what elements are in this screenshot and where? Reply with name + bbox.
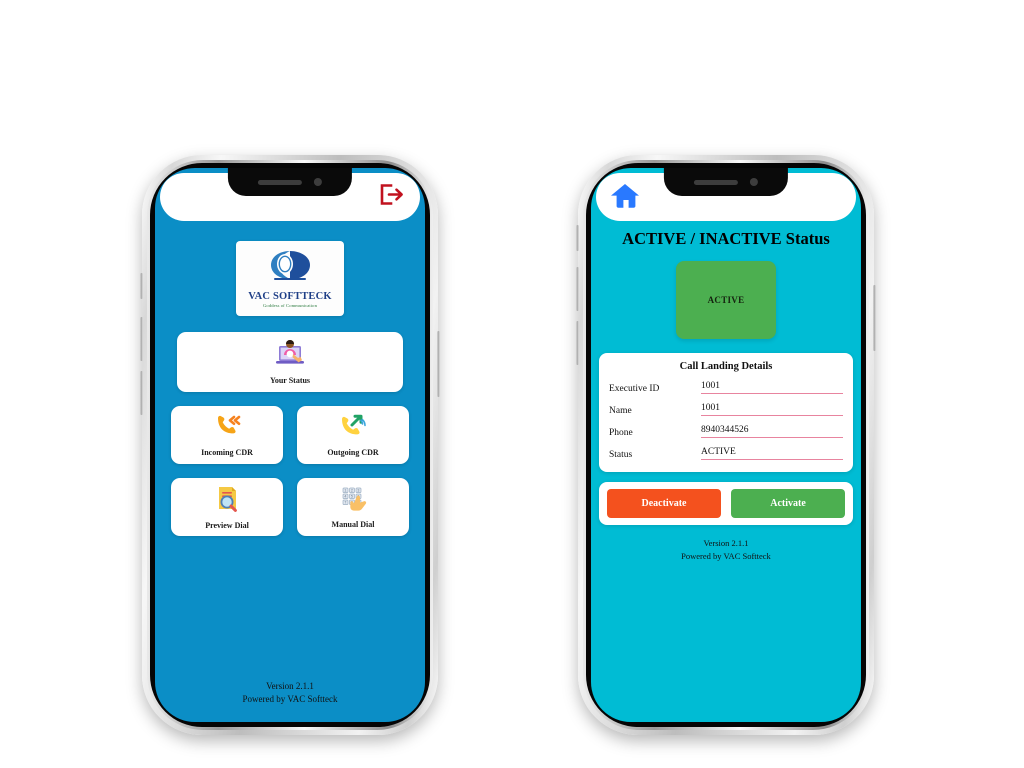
powered-by-text: Powered by VAC Softteck	[681, 550, 771, 561]
executive-id-input[interactable]: 1001	[701, 381, 843, 391]
svg-text:5: 5	[351, 494, 353, 498]
field-row-phone: Phone 8940344526	[609, 425, 843, 438]
document-magnifier-icon	[212, 484, 242, 517]
power-button-right[interactable]	[873, 285, 876, 351]
person-at-laptop-icon	[273, 339, 307, 372]
front-camera-icon	[314, 178, 322, 186]
tile-row-cdr: Incoming CDR Outgoing CDR	[171, 406, 409, 464]
outgoing-call-icon	[338, 413, 368, 444]
brand-logo-card: VAC SOFTTECK Goddess of Communication	[236, 241, 344, 316]
field-row-name: Name 1001	[609, 403, 843, 416]
volume-down-button-left[interactable]	[140, 371, 143, 415]
tile-your-status[interactable]: Your Status	[177, 332, 403, 392]
logo-brand-name: VAC SOFTTECK	[248, 291, 332, 302]
volume-down-button-right[interactable]	[576, 321, 579, 365]
page-title: ACTIVE / INACTIVE Status	[622, 229, 830, 248]
tile-label: Your Status	[269, 376, 311, 385]
svg-text:3: 3	[357, 488, 359, 492]
front-camera-icon	[750, 178, 758, 186]
svg-text:1: 1	[344, 488, 346, 492]
phone-screen-right: ACTIVE / INACTIVE Status ACTIVE Call Lan…	[591, 168, 861, 722]
svg-text:2: 2	[351, 488, 353, 492]
logout-icon[interactable]	[378, 183, 404, 212]
home-icon[interactable]	[610, 181, 640, 214]
phone-mockup-right: ACTIVE / INACTIVE Status ACTIVE Call Lan…	[576, 155, 876, 735]
card-title: Call Landing Details	[679, 361, 773, 372]
footer-left: Version 2.1.1 Powered by VAC Softteck	[155, 680, 425, 722]
tile-manual-dial[interactable]: 123 456 789 Manual Dial	[297, 478, 409, 536]
activate-button[interactable]: Activate	[731, 489, 845, 518]
notch-left	[227, 168, 353, 196]
earpiece-speaker-icon	[694, 179, 738, 185]
name-input[interactable]: 1001	[701, 403, 843, 413]
mute-switch-left[interactable]	[140, 273, 143, 299]
tile-outgoing-cdr[interactable]: Outgoing CDR	[297, 406, 409, 464]
field-underline: ACTIVE	[701, 447, 843, 460]
field-label: Executive ID	[609, 384, 660, 394]
volume-up-button-right[interactable]	[576, 267, 579, 311]
powered-by-text: Powered by VAC Softteck	[242, 693, 338, 704]
mute-switch-right[interactable]	[576, 225, 579, 251]
earpiece-speaker-icon	[258, 179, 302, 185]
phone-screen-left: VAC SOFTTECK Goddess of Communication Yo…	[155, 168, 425, 722]
status-badge: ACTIVE	[676, 261, 776, 339]
field-underline: 1001	[701, 403, 843, 416]
field-row-executive-id: Executive ID 1001	[609, 381, 843, 394]
field-label: Status	[609, 450, 633, 460]
tile-row-dial: Preview Dial 1 2 3 4 5 7 Manual Dial	[171, 478, 409, 536]
phone-input[interactable]: 8940344526	[701, 425, 843, 435]
volume-up-button-left[interactable]	[140, 317, 143, 361]
tile-label: Preview Dial	[205, 521, 249, 530]
field-underline: 8940344526	[701, 425, 843, 438]
field-underline: 1001	[701, 381, 843, 394]
footer-right: Version 2.1.1 Powered by VAC Softteck	[591, 537, 861, 563]
power-button-left[interactable]	[437, 331, 440, 397]
tile-preview-dial[interactable]: Preview Dial	[171, 478, 283, 536]
svg-text:4: 4	[344, 494, 346, 498]
field-label: Phone	[609, 428, 633, 438]
status-input[interactable]: ACTIVE	[701, 447, 843, 457]
tile-label: Manual Dial	[331, 520, 375, 529]
tile-label: Incoming CDR	[201, 448, 253, 457]
phone-mockup-left: VAC SOFTTECK Goddess of Communication Yo…	[140, 155, 440, 735]
screenshot-canvas: VAC SOFTTECK Goddess of Communication Yo…	[0, 0, 1024, 768]
incoming-call-icon	[212, 413, 242, 444]
tile-label: Outgoing CDR	[327, 448, 379, 457]
field-label: Name	[609, 406, 632, 416]
svg-text:7: 7	[344, 500, 346, 504]
field-row-status: Status ACTIVE	[609, 447, 843, 460]
version-text: Version 2.1.1	[266, 680, 314, 691]
keypad-hand-icon: 123 456 789	[337, 485, 369, 516]
version-text: Version 2.1.1	[703, 538, 749, 548]
logo-tagline: Goddess of Communication	[263, 303, 317, 308]
vac-softteck-logo-icon	[266, 249, 314, 288]
deactivate-button[interactable]: Deactivate	[607, 489, 721, 518]
action-buttons-card: Deactivate Activate	[599, 482, 853, 525]
notch-right	[663, 168, 789, 196]
call-landing-details-card: Call Landing Details Executive ID 1001 N…	[599, 353, 853, 472]
tile-incoming-cdr[interactable]: Incoming CDR	[171, 406, 283, 464]
